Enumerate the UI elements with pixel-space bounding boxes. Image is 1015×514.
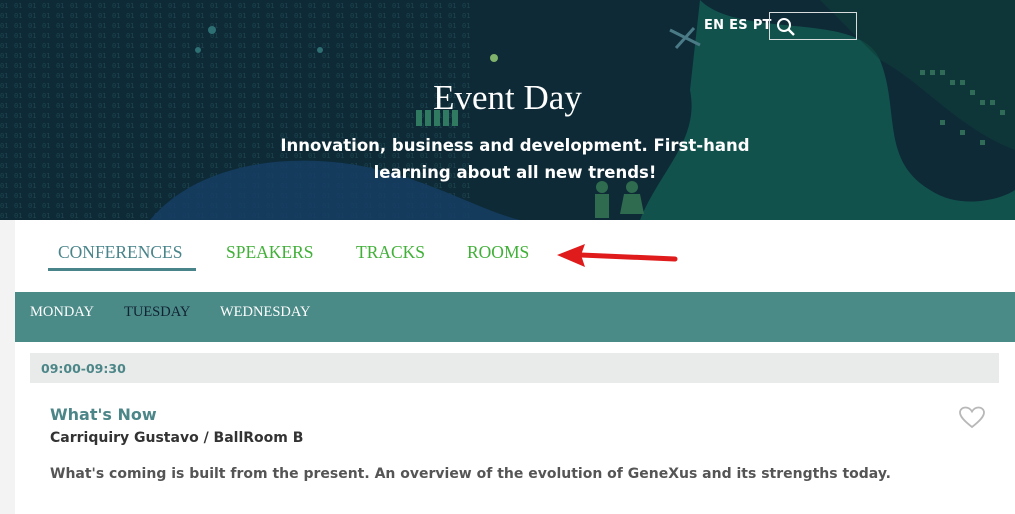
event-subtitle: Innovation, business and development. Fi…	[280, 136, 750, 182]
day-tuesday[interactable]: TUESDAY	[124, 304, 190, 321]
tab-conferences[interactable]: CONFERENCES	[58, 242, 182, 263]
time-slot-header: 09:00-09:30	[30, 353, 999, 383]
day-monday[interactable]: MONDAY	[30, 304, 94, 321]
active-tab-indicator	[48, 268, 196, 271]
session-title-link[interactable]: What's Now	[50, 405, 157, 424]
red-arrow-icon	[557, 244, 678, 267]
nav-tabs: CONFERENCES SPEAKERS TRACKS ROOMS	[15, 220, 1015, 292]
session-speaker-room: Carriquiry Gustavo / BallRoom B	[50, 430, 304, 446]
hero-banner: 01 ENESPT	[0, 0, 1015, 220]
time-slot-label: 09:00-09:30	[41, 361, 126, 376]
lang-en-link[interactable]: EN	[704, 18, 724, 33]
event-title: Event Day	[433, 78, 582, 117]
heart-outline-icon[interactable]	[959, 406, 985, 430]
day-selector: MONDAY TUESDAY WEDNESDAY	[15, 292, 1015, 342]
language-selector: EN ES PT	[704, 18, 777, 33]
day-wednesday[interactable]: WEDNESDAY	[220, 304, 311, 321]
tab-speakers[interactable]: SPEAKERS	[226, 242, 314, 263]
main-content: CONFERENCES SPEAKERS TRACKS ROOMS MONDAY…	[15, 220, 1015, 514]
search-input[interactable]	[798, 15, 856, 39]
session-description: What's coming is built from the present.…	[50, 466, 891, 482]
tab-rooms[interactable]: ROOMS	[467, 242, 529, 263]
tab-tracks[interactable]: TRACKS	[356, 242, 425, 263]
lang-es-link[interactable]: ES	[729, 18, 748, 33]
search-box[interactable]	[769, 12, 857, 40]
search-icon[interactable]	[776, 17, 796, 37]
